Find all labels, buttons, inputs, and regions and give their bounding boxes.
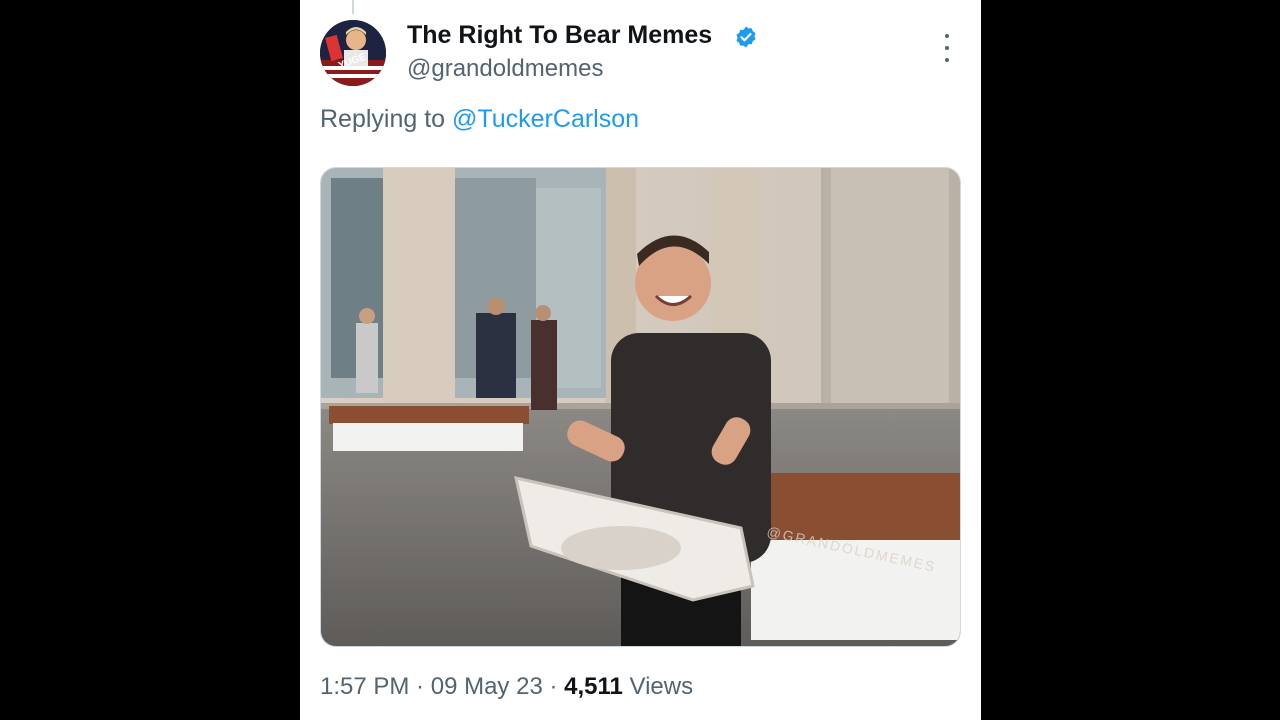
replying-to: Replying to @TuckerCarlson <box>320 105 639 134</box>
tweet-media-image[interactable]: @GRANDOLDMEMES <box>320 167 961 647</box>
replying-to-label: Replying to <box>320 105 453 133</box>
meta-separator: · <box>542 673 565 700</box>
media-illustration: @GRANDOLDMEMES <box>321 168 960 646</box>
user-handle[interactable]: @grandoldmemes <box>407 55 603 83</box>
reply-mention-link[interactable]: @TuckerCarlson <box>452 105 639 133</box>
more-options-icon[interactable] <box>934 34 960 62</box>
tweet-metadata: 1:57 PM · 09 May 23 · 4,511 Views <box>320 673 693 701</box>
views-count: 4,511 <box>564 673 623 700</box>
display-name[interactable]: The Right To Bear Memes <box>407 21 712 50</box>
avatar[interactable]: YUGE <box>320 20 386 86</box>
meta-separator: · <box>409 673 431 700</box>
tweet-date[interactable]: 09 May 23 <box>431 673 543 700</box>
thread-connector-line <box>352 0 354 14</box>
views-label: Views <box>622 673 694 700</box>
verified-badge-icon <box>734 25 758 49</box>
tweet-time[interactable]: 1:57 PM <box>320 673 409 700</box>
